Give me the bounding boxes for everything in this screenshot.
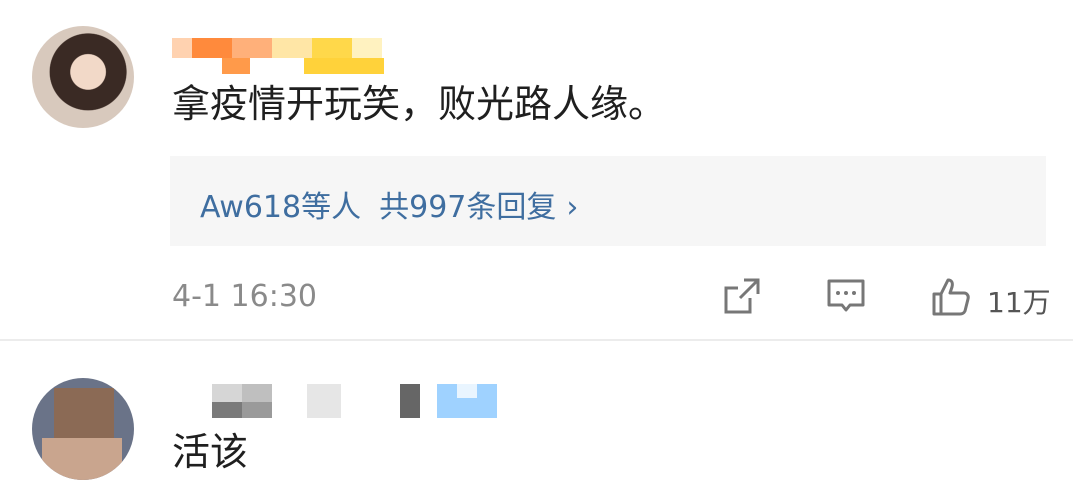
share-icon [724,278,760,314]
share-button[interactable] [722,276,762,320]
avatar[interactable] [32,26,134,128]
chevron-right-icon: › [566,190,579,225]
like-button[interactable] [930,276,972,322]
reply-count[interactable]: 共997条回复 [379,190,556,225]
like-icon [932,278,970,316]
divider [0,339,1073,341]
timestamp: 4-1 16:30 [172,279,317,314]
avatar[interactable] [32,378,134,480]
comment-text: 拿疫情开玩笑，败光路人缘。 [172,82,667,126]
comment-button[interactable] [826,276,866,320]
reply-users[interactable]: Aw618等人 [200,190,361,225]
comment-icon [827,279,865,312]
reply-preview[interactable]: Aw618等人 共997条回复 › [170,156,1046,246]
comment-text: 活该 [172,430,249,474]
like-count: 11万 [987,286,1051,319]
